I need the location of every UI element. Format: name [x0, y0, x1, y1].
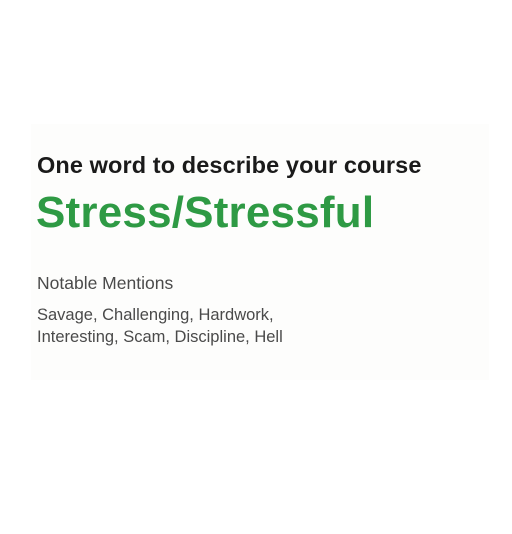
mentions-line: Interesting, Scam, Discipline, Hell — [37, 328, 283, 346]
question-heading: One word to describe your course — [37, 152, 422, 178]
mentions-line: Savage, Challenging, Hardwork, — [37, 306, 274, 324]
survey-result-card: One word to describe your course Stress/… — [31, 124, 489, 380]
notable-mentions-list: Savage, Challenging, Hardwork, Interesti… — [37, 304, 367, 348]
notable-mentions-title: Notable Mentions — [37, 273, 174, 293]
top-answer: Stress/Stressful — [36, 188, 375, 237]
